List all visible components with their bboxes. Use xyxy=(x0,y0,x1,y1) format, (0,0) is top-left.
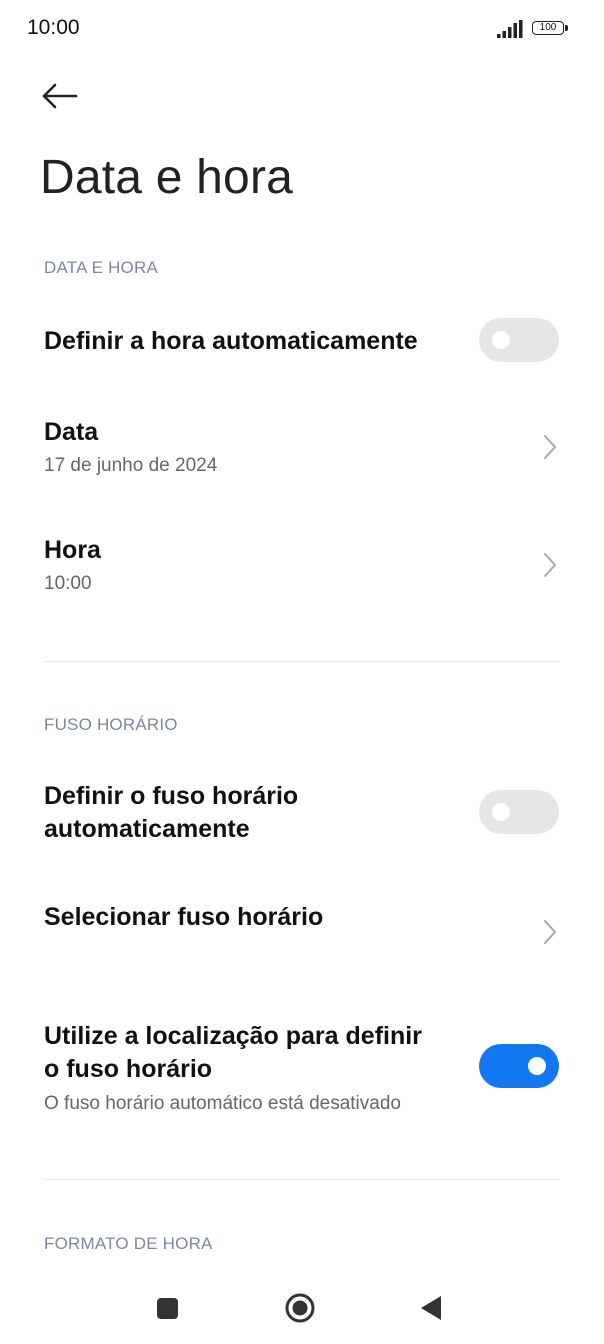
section-header-date-time: DATA E HORA xyxy=(44,258,158,277)
status-bar: 10:00 100 xyxy=(0,0,604,60)
section-header-time-format: FORMATO DE HORA xyxy=(44,1234,213,1253)
date-row[interactable]: Data 17 de junho de 2024 xyxy=(0,408,604,488)
battery-icon: 100 xyxy=(532,21,570,37)
section-divider xyxy=(44,1179,560,1180)
toggle-knob xyxy=(492,803,510,821)
select-zone-label: Selecionar fuso horário xyxy=(44,903,324,931)
back-button[interactable] xyxy=(38,76,86,116)
use-location-toggle[interactable] xyxy=(479,1044,559,1088)
chevron-right-icon xyxy=(544,553,556,577)
recents-square-icon xyxy=(157,1298,178,1319)
home-circle-icon xyxy=(285,1293,315,1323)
date-label: Data xyxy=(44,418,99,446)
use-location-label-line2: o fuso horário xyxy=(44,1055,213,1083)
use-location-row[interactable]: Utilize a localização para definir o fus… xyxy=(0,1018,604,1122)
section-header-time-zone: FUSO HORÁRIO xyxy=(44,715,178,734)
toggle-knob xyxy=(528,1057,546,1075)
back-nav-button[interactable] xyxy=(414,1290,450,1326)
home-button[interactable] xyxy=(282,1290,318,1326)
navigation-bar xyxy=(0,1278,604,1344)
section-divider xyxy=(44,661,560,662)
date-value: 17 de junho de 2024 xyxy=(44,455,218,476)
auto-zone-label-line1: Definir o fuso horário xyxy=(44,782,299,810)
use-location-subtitle: O fuso horário automático está desativad… xyxy=(44,1093,401,1114)
signal-icon xyxy=(497,20,523,38)
toggle-knob xyxy=(492,331,510,349)
arrow-left-icon xyxy=(42,83,78,109)
time-row[interactable]: Hora 10:00 xyxy=(0,526,604,606)
time-label: Hora xyxy=(44,536,101,564)
back-triangle-icon xyxy=(421,1296,441,1320)
auto-time-row[interactable]: Definir a hora automaticamente xyxy=(0,310,604,374)
chevron-right-icon xyxy=(544,920,556,944)
time-value: 10:00 xyxy=(44,573,92,594)
auto-zone-row[interactable]: Definir o fuso horário automaticamente xyxy=(0,778,604,854)
recents-button[interactable] xyxy=(150,1290,186,1326)
auto-time-toggle[interactable] xyxy=(479,318,559,362)
battery-level: 100 xyxy=(539,22,557,33)
chevron-right-icon xyxy=(544,435,556,459)
select-zone-row[interactable]: Selecionar fuso horário xyxy=(0,892,604,956)
status-time: 10:00 xyxy=(27,16,80,39)
use-location-label-line1: Utilize a localização para definir xyxy=(44,1022,422,1050)
auto-zone-label-line2: automaticamente xyxy=(44,815,250,843)
auto-zone-toggle[interactable] xyxy=(479,790,559,834)
page-title: Data e hora xyxy=(40,151,294,204)
auto-time-label: Definir a hora automaticamente xyxy=(44,327,418,355)
